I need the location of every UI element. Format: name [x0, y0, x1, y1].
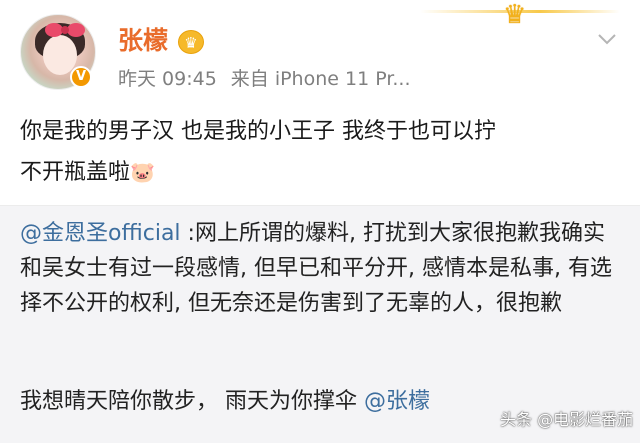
crown-decoration-icon: ♛ — [503, 0, 527, 30]
repost-reply: 我想晴天陪你散步， 雨天为你撑伞 @张檬 — [20, 384, 430, 420]
repost-author-mention[interactable]: @金恩圣official — [20, 221, 181, 246]
post-line-1: 你是我的男子汉 也是我的小王子 我终于也可以拧 — [20, 119, 496, 144]
post-source: iPhone 11 Pr... — [274, 68, 411, 90]
verified-badge-icon: V — [70, 66, 92, 88]
post-meta: 昨天 09:45 来自 iPhone 11 Pr... — [118, 66, 411, 92]
post-header: ♛ V 张檬 ♛ 昨天 09:45 来自 iPhone 11 Pr... — [0, 0, 640, 100]
post-time: 昨天 09:45 — [118, 68, 217, 90]
reply-mention-link[interactable]: @张檬 — [364, 389, 430, 414]
bow-icon — [45, 21, 85, 39]
post-content: 你是我的男子汉 也是我的小王子 我终于也可以拧 不开瓶盖啦🐷 — [20, 112, 620, 193]
repost-card[interactable]: @金恩圣official :网上所谓的爆料, 打扰到大家很抱歉我确实和吴女士有过… — [0, 205, 640, 443]
repost-content: @金恩圣official :网上所谓的爆料, 打扰到大家很抱歉我确实和吴女士有过… — [20, 216, 625, 321]
vip-crown-icon[interactable]: ♛ — [178, 30, 204, 54]
username[interactable]: 张檬 — [118, 24, 168, 58]
chevron-down-icon[interactable] — [596, 28, 618, 50]
post-line-2-text: 不开瓶盖啦 — [20, 160, 131, 185]
watermark: 头条 @电影烂番茄 — [500, 410, 634, 429]
pig-emoji-icon: 🐷 — [130, 160, 155, 184]
post-line-2: 不开瓶盖啦🐷 — [20, 152, 620, 193]
source-label: 来自 — [230, 68, 269, 90]
repost-reply-text: 我想晴天陪你散步， 雨天为你撑伞 — [20, 389, 364, 414]
